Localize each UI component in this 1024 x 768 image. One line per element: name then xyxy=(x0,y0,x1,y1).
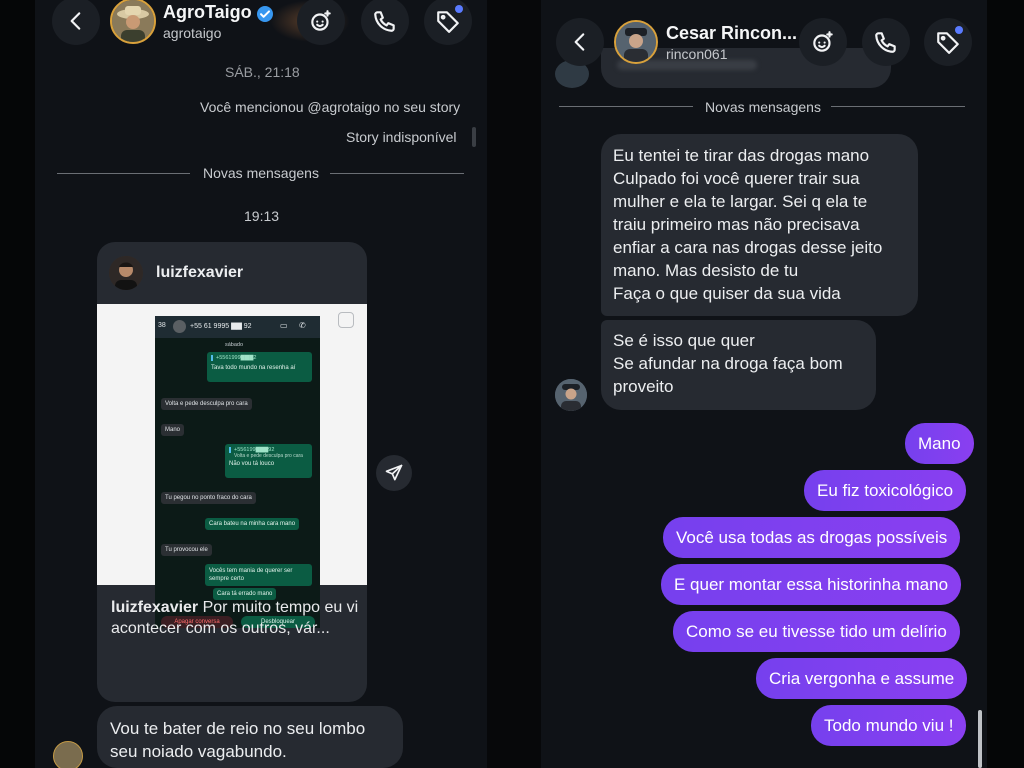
contact-name[interactable]: AgroTaigo xyxy=(163,2,252,23)
outgoing-message[interactable]: Você usa todas as drogas possíveis xyxy=(663,517,961,558)
message-line: mulher e ela te largar. Sei q ela te xyxy=(613,192,868,211)
back-icon xyxy=(574,33,585,51)
post-author-name[interactable]: luizfexavier xyxy=(156,264,243,282)
contact-avatar[interactable] xyxy=(110,0,156,44)
message-line: Se é isso que quer xyxy=(613,331,755,350)
outgoing-message[interactable]: Eu fiz toxicológico xyxy=(804,470,967,511)
wa-message: Tu provocou ele xyxy=(161,544,212,556)
new-messages-label: Novas mensagens xyxy=(705,99,821,115)
wa-message: Cara bateu na minha cara mano xyxy=(205,518,300,530)
outgoing-message[interactable]: Como se eu tivesse tido um delírio xyxy=(673,611,960,652)
right-gutter xyxy=(987,0,1024,768)
wa-video-icon: ▭ xyxy=(280,321,288,330)
divider-left xyxy=(57,173,190,174)
caption-author: luizfexavier xyxy=(111,599,199,616)
divider-right xyxy=(330,173,464,174)
call-button[interactable] xyxy=(361,0,409,45)
scrollbar-thumb[interactable] xyxy=(978,710,982,768)
time-stamp: 19:13 xyxy=(244,208,280,224)
avatar-image xyxy=(616,22,656,62)
tag-button[interactable] xyxy=(424,0,472,45)
mention-note: Você mencionou @agrotaigo no seu story xyxy=(200,99,461,115)
incoming-message[interactable]: Se é isso que quer Se afundar na droga f… xyxy=(601,320,876,410)
share-icon xyxy=(385,464,403,481)
whatsapp-screenshot: 38 +55 61 9995 ▇▇ 92 ▭ ✆ sábado +5561999… xyxy=(155,316,320,628)
back-icon xyxy=(70,12,81,30)
divider-left xyxy=(559,106,693,107)
left-chat-panel: AgroTaigo agrotaigo SÁB., 21:18 Você men… xyxy=(35,0,487,768)
wa-message: +556199▇▇▇92 Volta e pede desculpa pro c… xyxy=(225,444,312,478)
post-author-avatar xyxy=(109,256,143,290)
select-checkbox[interactable] xyxy=(338,312,354,328)
new-messages-label: Novas mensagens xyxy=(203,165,319,181)
post-image[interactable]: 38 +55 61 9995 ▇▇ 92 ▭ ✆ sábado +5561999… xyxy=(97,304,367,628)
incoming-message[interactable]: Vou te bater de reio no seu lombo seu no… xyxy=(97,706,403,768)
message-line: proveito xyxy=(613,377,674,396)
outgoing-message[interactable]: Mano xyxy=(905,423,974,464)
wa-message: Mano xyxy=(161,424,185,436)
back-button[interactable] xyxy=(52,0,100,45)
outgoing-message[interactable]: E quer montar essa historinha mano xyxy=(661,564,962,605)
outgoing-message[interactable]: Cria vergonha e assume xyxy=(756,658,968,699)
wa-message: Vocês tem mania de querer ser sempre cer… xyxy=(205,564,312,586)
outgoing-message[interactable]: Todo mundo viu ! xyxy=(811,705,967,746)
contact-handle: agrotaigo xyxy=(163,25,222,41)
effects-icon xyxy=(813,31,833,52)
date-stamp: SÁB., 21:18 xyxy=(225,64,300,80)
message-line: Faça o que quiser da sua vida xyxy=(613,284,841,303)
message-line: Se afundar na droga faça bom xyxy=(613,354,843,373)
post-author-avatar-image xyxy=(109,256,143,290)
back-button[interactable] xyxy=(556,18,604,66)
wa-header: 38 +55 61 9995 ▇▇ 92 ▭ ✆ xyxy=(155,316,320,338)
divider-right xyxy=(831,106,965,107)
phone-icon xyxy=(875,32,896,53)
phone-icon xyxy=(374,11,395,32)
contact-small-avatar xyxy=(555,379,587,411)
wa-phone-number: +55 61 9995 ▇▇ 92 xyxy=(190,323,252,330)
left-gutter xyxy=(0,0,35,768)
story-bar xyxy=(472,127,476,147)
avatar-image xyxy=(112,0,154,42)
effects-button[interactable] xyxy=(799,18,847,66)
contact-small-avatar-image xyxy=(555,379,587,411)
message-line: enfiar a cara nas drogas desse jeito xyxy=(613,238,883,257)
wa-back-count: 38 xyxy=(158,322,166,329)
notification-dot xyxy=(955,26,963,34)
notification-dot xyxy=(455,5,463,13)
message-line: mano. Mas desisto de tu xyxy=(613,261,799,280)
wa-day-label: sábado xyxy=(225,342,244,348)
shared-post-header[interactable]: luizfexavier xyxy=(97,242,367,304)
message-line: Culpado foi você querer trair sua xyxy=(613,169,860,188)
wa-message: +5561999▇▇▇2 Tava todo mundo na resenha … xyxy=(207,352,312,382)
story-unavailable: Story indisponível xyxy=(346,129,457,145)
message-line: traiu primeiro mas não precisava xyxy=(613,215,860,234)
wa-message: Tu pegou no ponto fraco do cara xyxy=(161,492,256,504)
message-line: Eu tentei te tirar das drogas mano xyxy=(613,146,870,165)
contact-avatar[interactable] xyxy=(614,20,658,64)
contact-handle: rincon061 xyxy=(666,46,728,62)
right-chat-panel: Cesar Rincon... rincon061 Novas mensagen… xyxy=(541,0,987,768)
contact-small-avatar xyxy=(53,741,83,768)
wa-message: Volta e pede desculpa pro cara xyxy=(161,398,252,410)
incoming-message[interactable]: Eu tentei te tirar das drogas mano Culpa… xyxy=(601,134,918,316)
wa-avatar xyxy=(173,320,186,333)
wa-call-icon: ✆ xyxy=(299,321,306,330)
contact-name[interactable]: Cesar Rincon... xyxy=(666,23,797,44)
shared-post-card[interactable]: luizfexavier 38 +55 61 9995 ▇▇ 92 ▭ ✆ sá… xyxy=(97,242,367,702)
post-caption[interactable]: luizfexavier Por muito tempo eu vi acont… xyxy=(111,597,361,639)
tag-button[interactable] xyxy=(924,18,972,66)
effects-icon xyxy=(311,10,331,31)
middle-gutter xyxy=(487,0,541,768)
share-button[interactable] xyxy=(376,455,412,491)
call-button[interactable] xyxy=(862,18,910,66)
